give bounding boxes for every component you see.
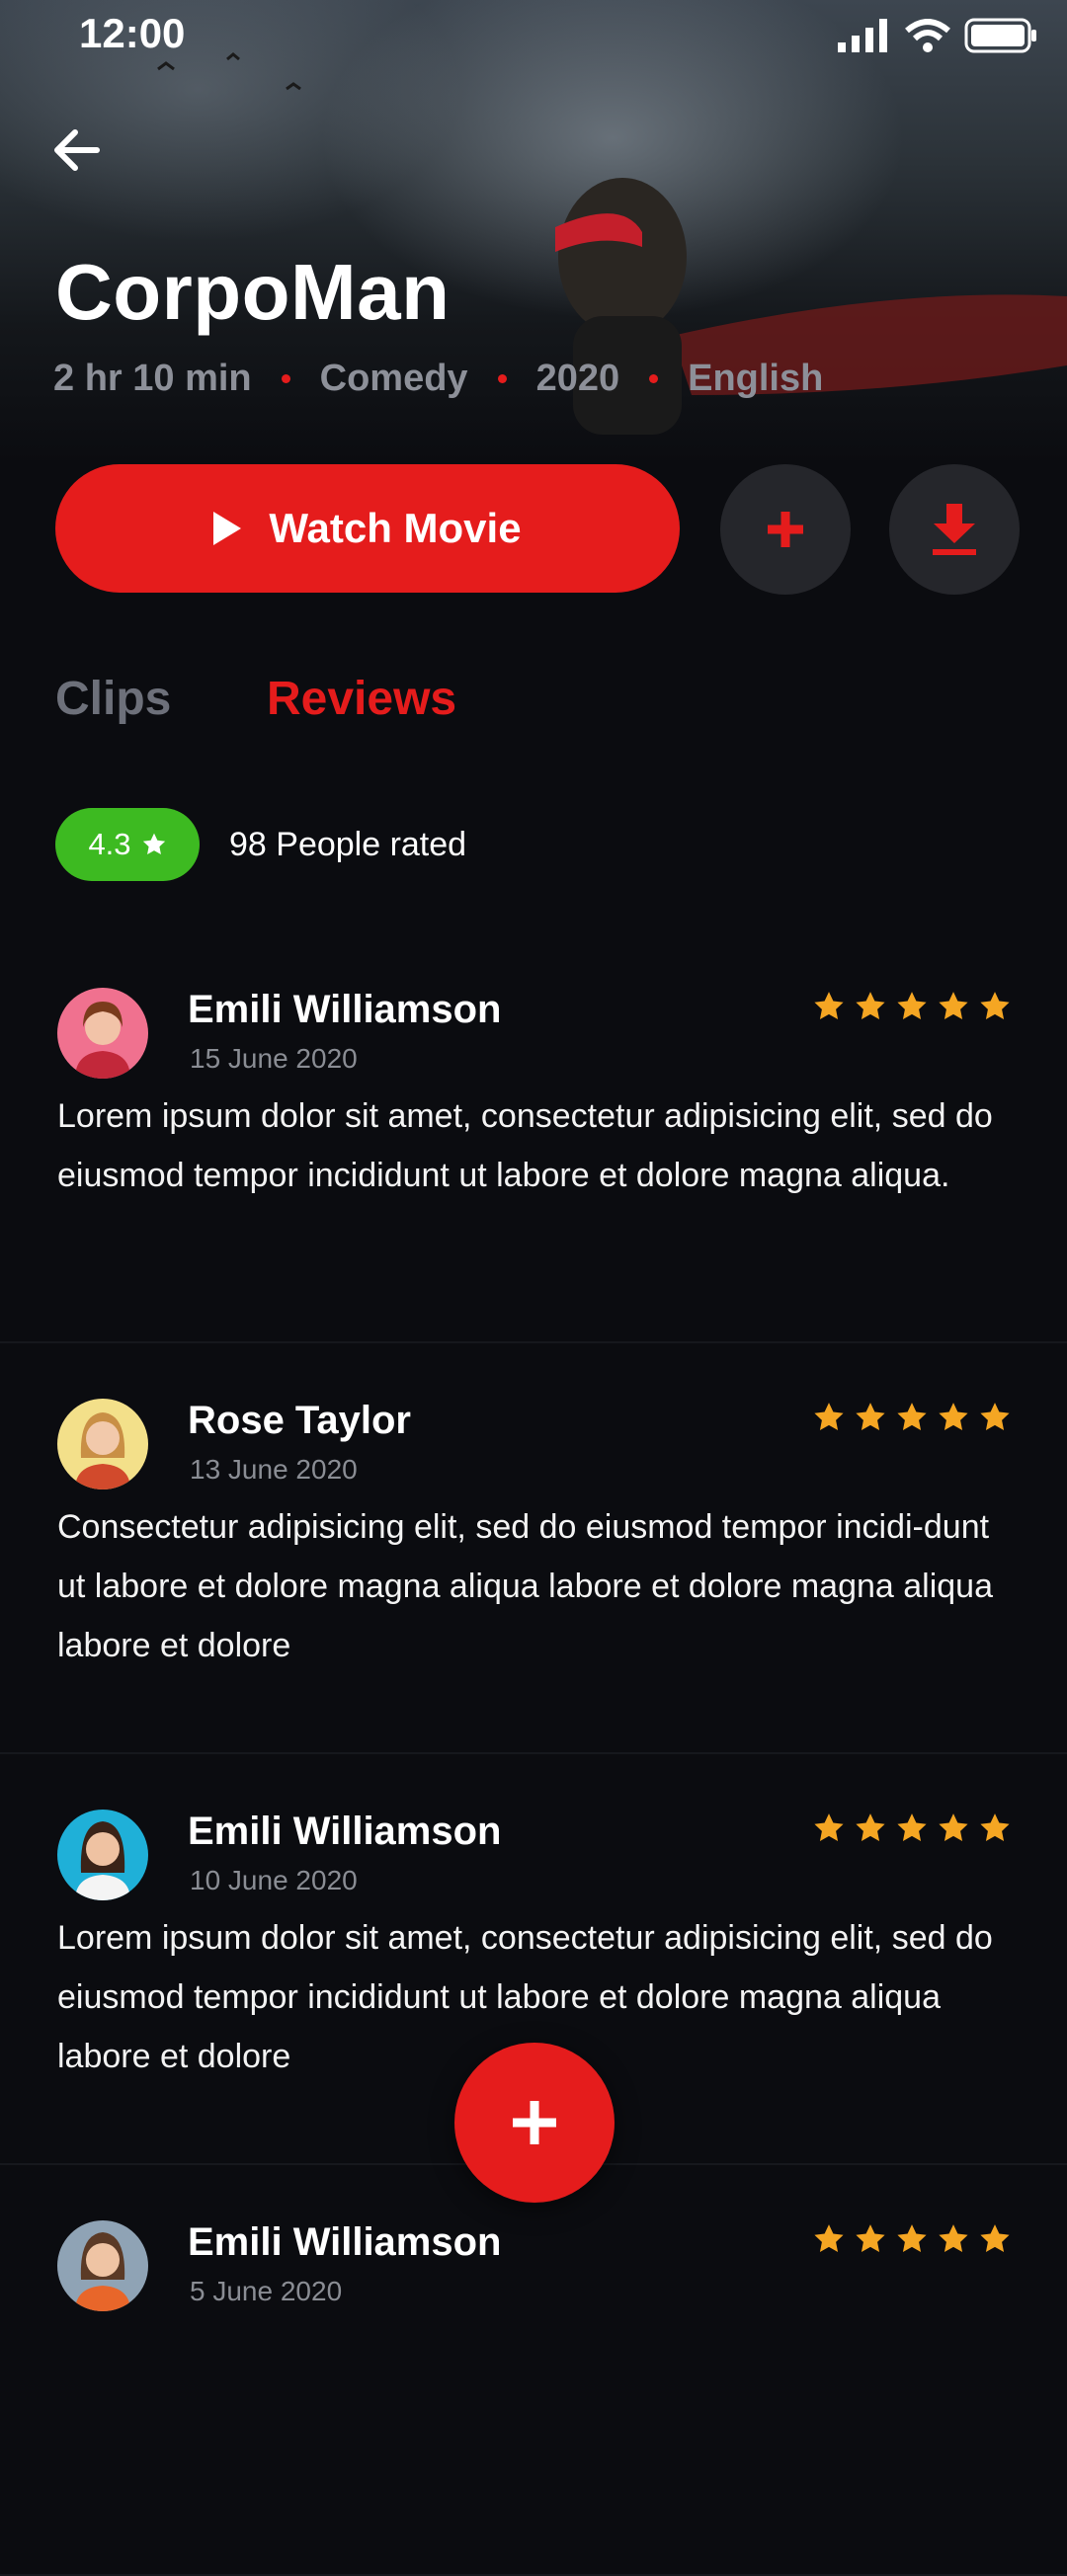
review-date: 10 June 2020 — [190, 1865, 358, 1895]
avatar — [57, 988, 148, 1079]
rating-score: 4.3 — [88, 827, 131, 861]
star-icon — [897, 1813, 927, 1842]
review-item: Emili Williamson 15 June 2020 Lorem ipsu… — [0, 930, 1067, 1343]
meta-separator — [649, 374, 659, 383]
review-item: Emili Williamson 5 June 2020 — [0, 2163, 1067, 2576]
review-date: 15 June 2020 — [190, 1043, 358, 1074]
review-text: Consectetur adipisicing elit, sed do eiu… — [57, 1508, 993, 1664]
review-stars — [812, 990, 1012, 1023]
plus-icon — [513, 2101, 556, 2144]
review-date: 5 June 2020 — [190, 2276, 343, 2306]
meta-separator — [281, 374, 290, 383]
add-to-list-button[interactable] — [720, 464, 851, 595]
reviewer-name: Emili Williamson — [188, 988, 502, 1031]
battery-icon — [964, 18, 1036, 53]
star-icon — [939, 992, 968, 1020]
avatar-image — [75, 1002, 130, 1079]
movie-year: 2020 — [535, 358, 620, 399]
review-stars — [812, 1401, 1012, 1434]
watch-movie-button[interactable]: Watch Movie — [55, 464, 680, 593]
star-icon — [814, 1403, 844, 1431]
star-icon — [897, 992, 927, 1020]
wifi-icon — [905, 19, 950, 52]
star-icon — [814, 2224, 844, 2253]
plus-icon — [768, 512, 803, 547]
watch-movie-label: Watch Movie — [269, 505, 522, 551]
reviewer-name: Rose Taylor — [188, 1399, 411, 1442]
add-review-fab[interactable] — [454, 2043, 615, 2203]
movie-title: CorpoMan — [55, 248, 451, 336]
avatar — [57, 1399, 148, 1489]
avatar — [57, 2220, 148, 2311]
status-bar: 12:00 — [0, 0, 1067, 69]
star-icon — [897, 1403, 927, 1431]
rating-count: 98 People rated — [229, 825, 467, 863]
signal-icon — [838, 19, 887, 52]
download-icon — [933, 504, 976, 555]
star-icon — [856, 1403, 885, 1431]
movie-language: English — [688, 358, 824, 399]
arrow-left-icon — [54, 129, 100, 171]
rating-badge: 4.3 — [55, 808, 200, 881]
tab-clips[interactable]: Clips — [55, 672, 171, 726]
avatar-image — [75, 2232, 130, 2311]
star-icon — [980, 992, 1010, 1020]
review-stars — [812, 2222, 1012, 2256]
star-icon — [814, 1813, 844, 1842]
star-icon — [897, 2224, 927, 2253]
review-stars — [812, 1811, 1012, 1845]
review-text: Lorem ipsum dolor sit amet, consectetur … — [57, 1097, 993, 1194]
play-icon — [213, 512, 242, 545]
review-item: Rose Taylor 13 June 2020 Consectetur adi… — [0, 1341, 1067, 1754]
back-button[interactable] — [47, 121, 107, 180]
reviewer-name: Emili Williamson — [188, 2220, 502, 2264]
star-icon — [980, 1403, 1010, 1431]
star-icon — [939, 2224, 968, 2253]
star-icon — [814, 992, 844, 1020]
reviewer-name: Emili Williamson — [188, 1810, 502, 1853]
movie-genre: Comedy — [319, 358, 468, 399]
movie-duration: 2 hr 10 min — [53, 358, 252, 399]
movie-meta: 2 hr 10 min Comedy 2020 English — [53, 358, 823, 400]
rating-summary: 4.3 98 People rated — [55, 808, 466, 881]
star-icon — [980, 2224, 1010, 2253]
star-icon — [856, 1813, 885, 1842]
avatar-image — [75, 1412, 130, 1489]
star-icon — [142, 833, 165, 854]
star-icon — [856, 992, 885, 1020]
meta-separator — [497, 374, 507, 383]
star-icon — [980, 1813, 1010, 1842]
tab-reviews[interactable]: Reviews — [267, 672, 456, 726]
status-time: 12:00 — [79, 10, 186, 56]
star-icon — [939, 1403, 968, 1431]
star-icon — [856, 2224, 885, 2253]
download-button[interactable] — [889, 464, 1020, 595]
review-date: 13 June 2020 — [190, 1454, 358, 1485]
avatar-image — [75, 1821, 130, 1900]
avatar — [57, 1810, 148, 1900]
star-icon — [939, 1813, 968, 1842]
